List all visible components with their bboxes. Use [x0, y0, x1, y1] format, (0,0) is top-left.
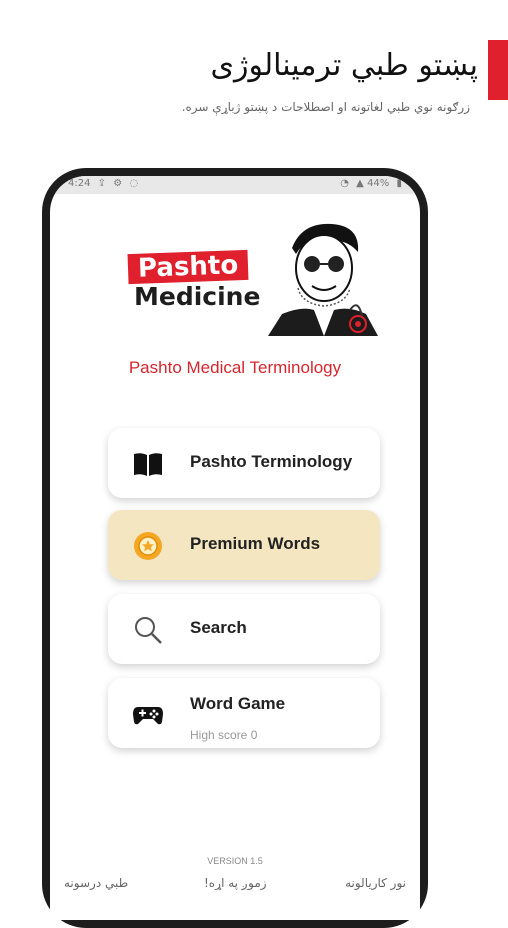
wifi-icon: ◔: [340, 178, 349, 189]
logo-text-medicine: Medicine: [134, 282, 261, 311]
app-logo: Pashto Medicine: [112, 218, 388, 338]
chat-icon: ◌: [129, 178, 139, 189]
gamepad-icon: [133, 707, 163, 725]
footer-link-medical-lessons[interactable]: طبي درسونه: [64, 876, 128, 890]
status-bar: 4:24 ⇪ ⚙ ◌ ◔ ▲ 44% ▮: [50, 176, 420, 194]
pashto-terminology-button[interactable]: Pashto Terminology: [108, 428, 380, 498]
search-icon: [135, 617, 162, 644]
footer-links: طبي درسونه زموږ په اړه! نور کاريالونه: [50, 876, 420, 896]
battery-level: 44%: [367, 178, 390, 189]
promo-subline: زرګونه نوي طبي لغاتونه او اصطلاحات د پښت…: [181, 100, 470, 114]
menu-label-terminology: Pashto Terminology: [190, 452, 353, 471]
search-button[interactable]: Search: [108, 594, 380, 664]
battery-icon: ▮: [396, 178, 402, 189]
version-text: VERSION 1.5: [207, 856, 263, 866]
menu-label-word-game: Word Game: [190, 694, 286, 713]
phone-frame: 4:24 ⇪ ⚙ ◌ ◔ ▲ 44% ▮ Pashto Medicine Pas…: [42, 168, 428, 928]
phone-screen: 4:24 ⇪ ⚙ ◌ ◔ ▲ 44% ▮ Pashto Medicine Pas…: [50, 176, 420, 920]
footer-link-about-us[interactable]: زموږ په اړه!: [204, 876, 267, 890]
footer-link-more-apps[interactable]: نور کاريالونه: [345, 876, 406, 890]
status-right: ◔ ▲ 44% ▮: [336, 178, 402, 189]
doctor-portrait-icon: [268, 223, 378, 336]
upload-icon: ⇪: [97, 178, 107, 189]
settings-icon: ⚙: [113, 178, 123, 189]
menu-label-search: Search: [190, 618, 247, 637]
menu-label-premium: Premium Words: [190, 534, 321, 553]
status-time: 4:24: [68, 178, 91, 189]
app-title: Pashto Medical Terminology: [128, 358, 342, 377]
word-game-button[interactable]: Word Game High score 0: [108, 678, 380, 748]
signal-icon: ▲: [356, 178, 364, 189]
book-icon: [134, 453, 162, 476]
premium-words-button[interactable]: Premium Words: [108, 510, 380, 580]
premium-badge-icon: [134, 532, 162, 560]
high-score-text: High score 0: [190, 728, 258, 742]
status-left: 4:24 ⇪ ⚙ ◌: [68, 178, 138, 189]
logo-text-pashto: Pashto: [127, 249, 249, 285]
promo-headline: پښتو طبي ترمينالوژی: [210, 48, 479, 83]
accent-bar: [488, 40, 508, 100]
